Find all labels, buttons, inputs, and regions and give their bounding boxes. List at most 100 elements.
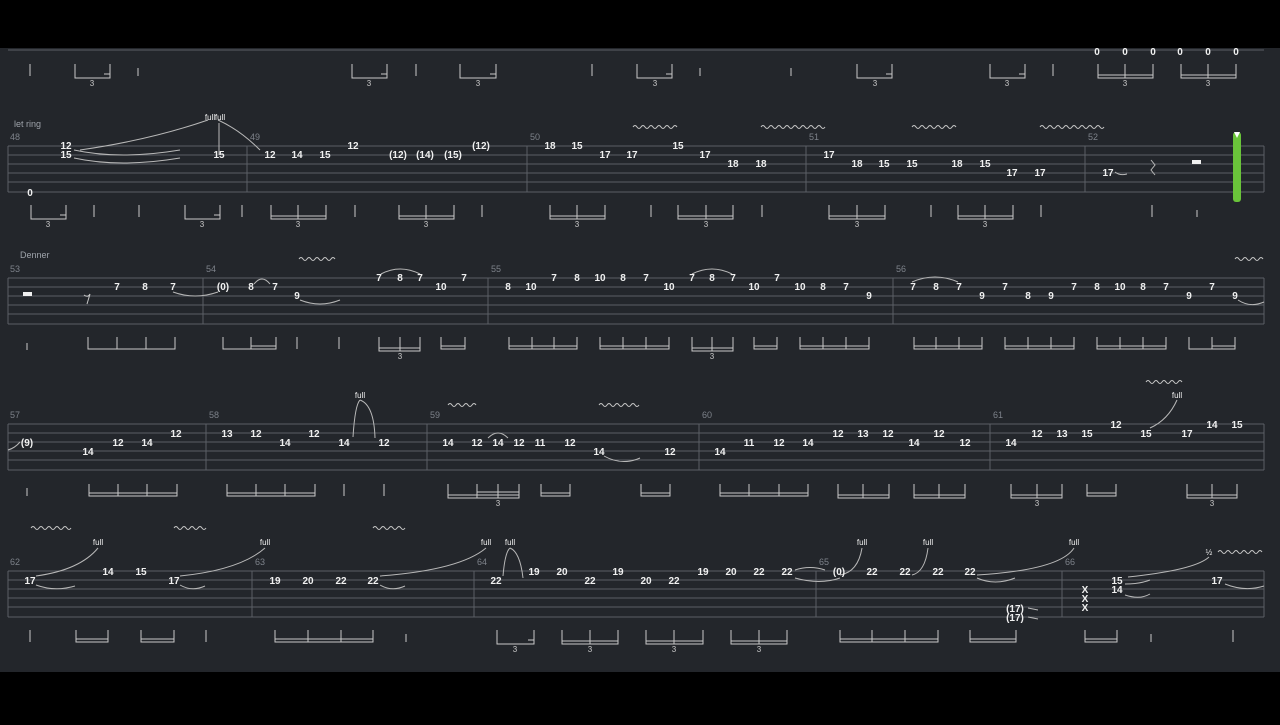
tab-note: 7 — [551, 273, 557, 284]
tab-note: 12 — [959, 438, 971, 449]
tab-note: 12 — [308, 429, 320, 440]
tab-note: 8 — [505, 282, 511, 293]
tab-note: 15 — [979, 159, 991, 170]
tab-note: 22 — [490, 576, 502, 587]
tab-note: 8 — [1140, 282, 1146, 293]
tab-note: 22 — [899, 567, 911, 578]
tab-note: 7 — [956, 282, 962, 293]
whole-rest — [23, 292, 32, 296]
bar-number: 52 — [1088, 132, 1098, 142]
tab-note: 14 — [141, 438, 153, 449]
tab-note: 12 — [170, 429, 182, 440]
tab-note: 15 — [1140, 429, 1152, 440]
tab-note: 19 — [528, 567, 540, 578]
tab-note: 20 — [302, 576, 314, 587]
bar-number: 56 — [896, 264, 906, 274]
tab-note: 17 — [626, 150, 638, 161]
tab-note: 12 — [471, 438, 483, 449]
bar-number: 63 — [255, 557, 265, 567]
tab-note: 22 — [964, 567, 976, 578]
triplet-label: 3 — [1035, 499, 1040, 508]
tab-note: 12 — [112, 438, 124, 449]
tab-note: 13 — [221, 429, 233, 440]
tab-note: 22 — [781, 567, 793, 578]
triplet-label: 3 — [1206, 79, 1211, 88]
tab-note: 13 — [857, 429, 869, 440]
tab-note: 14 — [291, 150, 303, 161]
tab-note: (17) — [1006, 613, 1024, 624]
tab-note: 22 — [753, 567, 765, 578]
tab-note: 14 — [714, 447, 726, 458]
tab-note: 14 — [102, 567, 114, 578]
tab-note: 7 — [843, 282, 849, 293]
tab-note: 7 — [910, 282, 916, 293]
tab-note: 12 — [564, 438, 576, 449]
playback-cursor[interactable] — [1233, 132, 1241, 202]
tab-note: 12 — [773, 438, 785, 449]
tab-note: 8 — [397, 273, 403, 284]
tab-note: 20 — [556, 567, 568, 578]
tab-note: 9 — [866, 291, 872, 302]
tab-note: 8 — [1094, 282, 1100, 293]
tab-note: 14 — [593, 447, 605, 458]
tab-note: 10 — [794, 282, 806, 293]
tab-note: 12 — [347, 141, 359, 152]
tab-note: 7 — [1071, 282, 1077, 293]
tab-note: 17 — [599, 150, 611, 161]
tab-note: 8 — [574, 273, 580, 284]
tab-note: 17 — [1181, 429, 1193, 440]
tab-note: 15 — [672, 141, 684, 152]
tab-note: 14 — [802, 438, 814, 449]
tab-note: 12 — [882, 429, 894, 440]
tab-note: 0 — [1233, 47, 1239, 58]
tab-note: 17 — [1102, 168, 1114, 179]
section-marker: Denner — [20, 250, 50, 260]
tab-note: 12 — [832, 429, 844, 440]
triplet-label: 3 — [855, 220, 860, 229]
bar-number: 53 — [10, 264, 20, 274]
triplet-label: 3 — [672, 645, 677, 654]
triplet-label: 3 — [367, 79, 372, 88]
tab-note: 0 — [1150, 47, 1156, 58]
tab-note: 7 — [417, 273, 423, 284]
tab-note: 10 — [594, 273, 606, 284]
tab-note: 7 — [170, 282, 176, 293]
bar-number: 51 — [809, 132, 819, 142]
tab-note: 11 — [535, 438, 546, 449]
tab-note: 0 — [1177, 47, 1183, 58]
tab-note: 7 — [689, 273, 695, 284]
tab-note: 12 — [1110, 420, 1122, 431]
tab-note: 22 — [584, 576, 596, 587]
tab-note: 18 — [851, 159, 863, 170]
triplet-label: 3 — [588, 645, 593, 654]
whole-rest — [1192, 160, 1201, 164]
tab-note: 19 — [269, 576, 281, 587]
tab-note: 12 — [664, 447, 676, 458]
tab-note: 7 — [774, 273, 780, 284]
bar-number: 59 — [430, 410, 440, 420]
tab-note: 12 — [513, 438, 525, 449]
tab-note: 14 — [1206, 420, 1218, 431]
tab-note: 9 — [294, 291, 300, 302]
tab-note: 22 — [367, 576, 379, 587]
tab-viewer: 0 0 0 0 0 0 3 3 3 3 3 3 3 3 let ring 48 … — [0, 0, 1280, 720]
bend-label: full — [355, 391, 365, 400]
tab-note: 12 — [378, 438, 390, 449]
tab-note: 18 — [951, 159, 963, 170]
tab-note: 8 — [1025, 291, 1031, 302]
tab-note: 9 — [1232, 291, 1238, 302]
bend-label: full — [1069, 538, 1079, 547]
bar-number: 62 — [10, 557, 20, 567]
bar-number: 50 — [530, 132, 540, 142]
triplet-label: 3 — [496, 499, 501, 508]
bottom-letterbox — [0, 672, 1280, 720]
triplet-label: 3 — [200, 220, 205, 229]
tab-note: 15 — [571, 141, 583, 152]
tab-note: 12 — [1031, 429, 1043, 440]
tab-note: 10 — [435, 282, 447, 293]
bar-number: 48 — [10, 132, 20, 142]
bend-label: full — [857, 538, 867, 547]
triplet-label: 3 — [575, 220, 580, 229]
tab-note: 15 — [213, 150, 225, 161]
triplet-label: 3 — [1005, 79, 1010, 88]
